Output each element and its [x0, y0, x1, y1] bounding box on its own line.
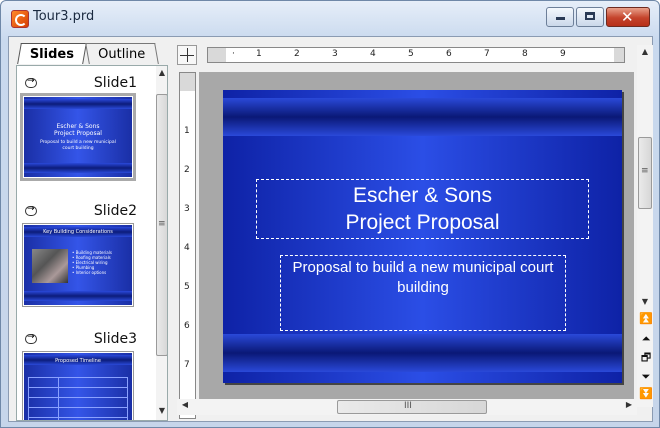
tab-outline[interactable]: Outline — [85, 43, 159, 64]
duplicate-slide-icon: 🗗 — [640, 351, 652, 364]
ruler-tick: 8 — [522, 49, 528, 59]
previous-slide-icon: ⏶ — [641, 332, 651, 345]
last-slide-icon: ⏬ — [639, 387, 653, 400]
thumb-title: Key Building Considerations — [43, 229, 113, 235]
slide-subtitle-text: Proposal to build a new municipal court … — [292, 259, 554, 296]
thumb-subtitle: Proposal to build a new municipal court … — [40, 140, 116, 151]
horizontal-ruler[interactable]: · 1 2 3 4 5 6 7 8 9 — [207, 47, 625, 63]
canvas-horizontal-scrollbar[interactable]: ◀ III ▶ — [177, 399, 637, 415]
title-bar[interactable]: Tour3.prd ✕ — [1, 1, 659, 34]
slide-title-line: Escher & Sons — [353, 184, 492, 207]
minimize-button[interactable] — [546, 7, 574, 27]
slide-band-bottom — [223, 334, 622, 372]
scroll-down-arrow[interactable]: ▼ — [639, 297, 651, 306]
thumb-band — [24, 163, 132, 173]
ruler-tick: 5 — [408, 49, 414, 59]
thumb-bullet: • Interior options — [72, 270, 107, 275]
slide-transition-icon — [25, 204, 37, 216]
slide-canvas[interactable]: Escher & Sons Project Proposal Proposal … — [199, 72, 634, 402]
pane-tabs: Slides Outline — [9, 37, 169, 65]
window-title: Tour3.prd — [33, 9, 95, 24]
new-slide-button[interactable]: 🗗 — [639, 351, 653, 364]
close-icon: ✕ — [621, 8, 634, 26]
next-slide-button[interactable]: ⏷ — [639, 370, 653, 383]
editor-client-area: Slides Outline Slide1 Escher & Sons Proj… — [8, 36, 653, 422]
ruler-tick: 2 — [294, 49, 300, 59]
slide-band-top — [223, 98, 622, 136]
slide-title-line: Project Proposal — [345, 211, 500, 234]
ruler-tick: 3 — [184, 204, 190, 214]
close-button[interactable]: ✕ — [606, 7, 650, 27]
scroll-thumb[interactable]: III — [337, 400, 487, 414]
slide-title-placeholder[interactable]: Escher & Sons Project Proposal — [256, 179, 589, 239]
scroll-right-arrow[interactable]: ▶ — [623, 400, 635, 409]
ruler-tick: 7 — [484, 49, 490, 59]
ruler-tick: 1 — [184, 126, 190, 136]
first-slide-button[interactable]: ⏫ — [639, 312, 653, 325]
ruler-tick: 3 — [332, 49, 338, 59]
app-window: Tour3.prd ✕ Slides Outline Slide1 Escher… — [0, 0, 660, 428]
ruler-origin-corner[interactable] — [177, 45, 197, 65]
last-slide-button[interactable]: ⏬ — [639, 387, 653, 400]
thumb-table — [28, 377, 129, 420]
ruler-tick: 1 — [256, 49, 262, 59]
slide-label: Slide3 — [93, 331, 137, 347]
slide-label: Slide1 — [93, 75, 137, 91]
tab-slides[interactable]: Slides — [17, 43, 87, 64]
thumb-bullets: • Building materials • Roofing materials… — [72, 250, 112, 275]
ruler-margin — [614, 48, 624, 62]
slide-thumbnail[interactable]: Escher & Sons Project Proposal Proposal … — [20, 93, 136, 181]
slide-label: Slide2 — [93, 203, 137, 219]
previous-slide-button[interactable]: ⏶ — [639, 332, 653, 345]
app-icon[interactable] — [11, 10, 29, 28]
current-slide[interactable]: Escher & Sons Project Proposal Proposal … — [223, 90, 622, 383]
slide-transition-icon — [25, 76, 37, 88]
scroll-down-arrow[interactable]: ▼ — [156, 406, 167, 415]
slide-subtitle-placeholder[interactable]: Proposal to build a new municipal court … — [280, 255, 566, 331]
thumb-title: Project Proposal — [54, 130, 102, 137]
ruler-tick: 5 — [184, 282, 190, 292]
ruler-tick: 2 — [184, 165, 190, 175]
scroll-thumb[interactable]: ≡ — [156, 94, 167, 356]
thumb-photo — [32, 249, 68, 283]
grip-icon: III — [404, 401, 412, 411]
slide-thumbnail[interactable]: Key Building Considerations • Building m… — [22, 223, 134, 307]
grip-icon: ≡ — [641, 166, 649, 176]
slide-transition-icon — [25, 332, 37, 344]
slide-thumbnail[interactable]: Proposed Timeline — [22, 351, 134, 420]
thumb-title: Proposed Timeline — [55, 358, 101, 364]
ruler-tick: 4 — [370, 49, 376, 59]
ruler-tick: 6 — [184, 321, 190, 331]
tab-slides-label: Slides — [29, 47, 74, 62]
scroll-left-arrow[interactable]: ◀ — [179, 400, 191, 409]
thumb-band — [24, 99, 132, 109]
thumb-band — [24, 291, 132, 301]
scroll-up-arrow[interactable]: ▲ — [156, 68, 167, 77]
vertical-ruler[interactable]: 1 2 3 4 5 6 7 — [179, 72, 196, 419]
scroll-thumb[interactable]: ≡ — [638, 137, 652, 209]
maximize-button[interactable] — [576, 7, 604, 27]
ruler-tick: 4 — [184, 243, 190, 253]
first-slide-icon: ⏫ — [639, 312, 653, 325]
ruler-tick: 7 — [184, 360, 190, 370]
ruler-margin — [180, 73, 195, 91]
thumbnail-vertical-scrollbar[interactable]: ▲ ≡ ▼ — [156, 66, 167, 420]
ruler-dots: · — [232, 49, 235, 59]
ruler-tick: 9 — [560, 49, 566, 59]
thumb-title: Escher & Sons — [56, 123, 100, 130]
minimize-icon — [556, 17, 565, 20]
slide-thumbnail-list[interactable]: Slide1 Escher & Sons Project Proposal Pr… — [16, 65, 168, 421]
ruler-tick: 6 — [446, 49, 452, 59]
scroll-up-arrow[interactable]: ▲ — [639, 47, 651, 56]
next-slide-icon: ⏷ — [641, 370, 651, 383]
grip-icon: ≡ — [158, 219, 166, 229]
maximize-icon — [585, 12, 595, 20]
tab-outline-label: Outline — [98, 47, 146, 62]
ruler-margin — [208, 48, 226, 62]
